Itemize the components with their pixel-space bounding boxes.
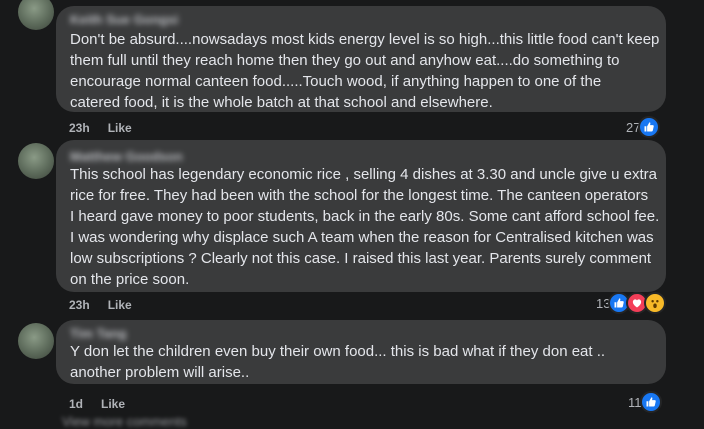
reaction-summary[interactable]: 13 xyxy=(596,292,667,314)
commenter-avatar[interactable] xyxy=(18,0,54,30)
comment-author[interactable]: Matthew Goodson xyxy=(70,149,183,164)
comment-text: This school has legendary economic rice … xyxy=(70,164,659,290)
like-link[interactable]: Like xyxy=(108,298,132,312)
reaction-summary[interactable]: 11 xyxy=(628,391,662,413)
comment-line: another problem will arise.. xyxy=(70,364,250,381)
comment-line: Y don let the children even buy their ow… xyxy=(70,343,606,360)
comment-line: catered food, it is the whole batch at t… xyxy=(70,94,493,111)
like-icon xyxy=(638,116,661,138)
comment-line: on the price soon. xyxy=(70,271,190,288)
comment-line: This school has legendary economic rice … xyxy=(70,166,657,183)
comment-timestamp[interactable]: 1d xyxy=(69,397,83,411)
like-icon xyxy=(639,391,662,413)
like-link[interactable]: Like xyxy=(101,397,125,411)
comment-line: rice for free. They had been with the sc… xyxy=(70,187,649,204)
comment-line: them full until they reach home then the… xyxy=(70,52,620,69)
comment-timestamp[interactable]: 23h xyxy=(69,298,90,312)
like-link[interactable]: Like xyxy=(108,121,132,135)
comment-meta: 23h Like xyxy=(69,121,132,135)
comment-author[interactable]: Keith Sue Gongsi xyxy=(70,12,178,27)
comment-text: Don't be absurd....nowsadays most kids e… xyxy=(70,29,659,113)
comment-line: I heard gave money to poor students, bac… xyxy=(70,208,660,225)
comment-bubble: Matthew Goodson This school has legendar… xyxy=(56,140,666,292)
commenter-avatar[interactable] xyxy=(18,143,54,179)
comment-timestamp[interactable]: 23h xyxy=(69,121,90,135)
commenter-avatar[interactable] xyxy=(18,323,54,359)
reaction-summary[interactable]: 27 xyxy=(626,116,661,138)
comment-author[interactable]: Tim Tang xyxy=(70,326,127,341)
comment-meta: 23h Like xyxy=(69,298,132,312)
comment-line: I was wondering why displace such A team… xyxy=(70,229,654,246)
view-more-comments-link[interactable]: View more comments xyxy=(62,414,187,429)
comment-meta: 1d Like xyxy=(69,397,125,411)
comment-bubble: Keith Sue Gongsi Don't be absurd....nows… xyxy=(56,6,666,112)
comment-bubble: Tim Tang Y don let the children even buy… xyxy=(56,320,666,384)
comment-line: low subscriptions ? Clearly not this cas… xyxy=(70,250,652,267)
comment-line: Don't be absurd....nowsadays most kids e… xyxy=(70,31,660,48)
comment-line: encourage normal canteen food.....Touch … xyxy=(70,73,602,90)
comment-text: Y don let the children even buy their ow… xyxy=(70,341,605,383)
wow-icon xyxy=(644,292,667,314)
